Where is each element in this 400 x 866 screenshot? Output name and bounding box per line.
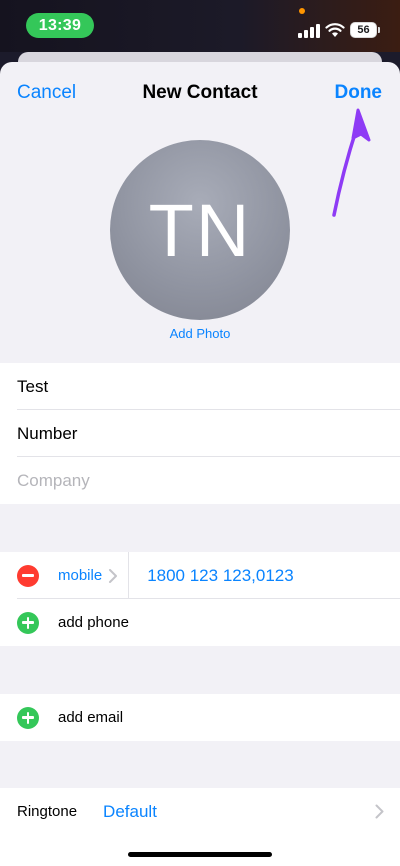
chevron-right-icon bbox=[109, 568, 118, 583]
battery-tip bbox=[378, 27, 380, 33]
add-email-button[interactable]: add email bbox=[0, 694, 400, 741]
contact-avatar[interactable]: TN bbox=[110, 140, 290, 320]
annotation-arrow-icon bbox=[332, 108, 371, 217]
first-name-value: Test bbox=[17, 376, 49, 396]
field-divider bbox=[128, 552, 130, 599]
add-phone-button[interactable]: add phone bbox=[0, 599, 400, 646]
phone-row: mobile 1800 123 123,0123 bbox=[0, 552, 400, 599]
home-indicator[interactable] bbox=[128, 852, 272, 857]
cellular-signal-icon bbox=[298, 24, 320, 38]
battery-icon: 56 bbox=[350, 22, 377, 38]
add-phone-label: add phone bbox=[58, 614, 129, 631]
add-icon bbox=[17, 706, 39, 729]
company-placeholder: Company bbox=[17, 470, 90, 490]
add-photo-button[interactable]: Add Photo bbox=[0, 326, 400, 341]
privacy-indicator-dot bbox=[299, 8, 305, 14]
add-icon bbox=[17, 611, 39, 634]
chevron-right-icon bbox=[375, 804, 384, 819]
phone-group: mobile 1800 123 123,0123 add phone bbox=[0, 552, 400, 646]
ringtone-row[interactable]: Ringtone Default bbox=[0, 788, 400, 835]
remove-phone-button[interactable] bbox=[17, 564, 39, 587]
status-time: 13:39 bbox=[26, 13, 94, 38]
name-fields-group: Test Number Company bbox=[0, 363, 400, 504]
first-name-field[interactable]: Test bbox=[0, 363, 400, 410]
wifi-icon bbox=[325, 23, 345, 37]
cancel-button[interactable]: Cancel bbox=[17, 82, 76, 104]
status-bar: 13:39 56 bbox=[0, 0, 400, 52]
ringtone-label: Ringtone bbox=[17, 803, 78, 820]
email-group: add email bbox=[0, 694, 400, 741]
last-name-value: Number bbox=[17, 423, 78, 443]
last-name-field[interactable]: Number bbox=[0, 410, 400, 457]
ringtone-value: Default bbox=[103, 801, 157, 821]
phone-label-selector[interactable]: mobile bbox=[58, 567, 102, 584]
phone-number-field[interactable]: 1800 123 123,0123 bbox=[147, 566, 294, 586]
add-email-label: add email bbox=[58, 709, 124, 726]
company-field[interactable]: Company bbox=[0, 457, 400, 504]
